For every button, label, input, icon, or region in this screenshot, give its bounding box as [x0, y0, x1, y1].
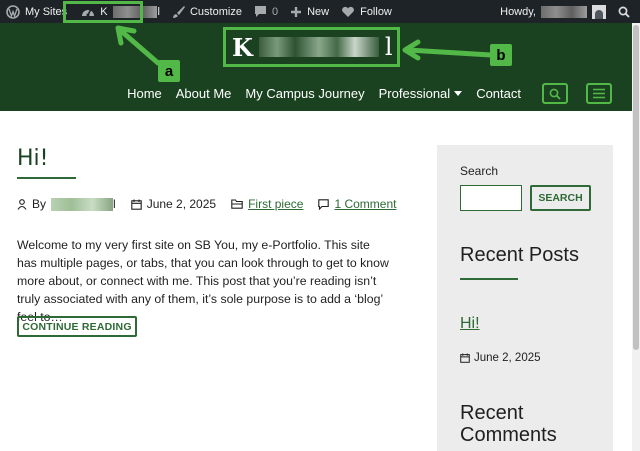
page-scrollbar[interactable] [632, 23, 640, 451]
annotation-label-b: b [490, 44, 512, 66]
recent-post-date: June 2, 2025 [460, 352, 541, 364]
author-tail: l [113, 197, 116, 211]
folder-icon [231, 199, 243, 209]
recent-comments-heading: Recent Comments [460, 402, 557, 446]
post-meta: By l June 2, 2025 First piece 1 Comment [17, 197, 411, 211]
search-widget-label: Search [460, 164, 499, 178]
annotation-arrow-a [115, 25, 161, 66]
annotation-label-a: a [158, 60, 180, 82]
calendar-icon [460, 353, 470, 363]
annotation-arrow-b [402, 39, 494, 61]
recent-post-date-text: June 2, 2025 [474, 352, 541, 364]
post-author: By l [17, 197, 116, 211]
post-date: June 2, 2025 [130, 197, 217, 211]
scrollbar-thumb[interactable] [633, 25, 639, 350]
recent-posts-heading: Recent Posts [460, 244, 579, 266]
search-submit-button[interactable]: SEARCH [530, 185, 591, 211]
recent-post-link[interactable]: Hi! [460, 315, 480, 333]
comments-link[interactable]: 1 Comment [334, 197, 396, 211]
post-category: First piece [231, 197, 303, 211]
sidebar: Search SEARCH Recent Posts Hi! June 2, 2… [437, 145, 613, 451]
by-label: By [32, 197, 47, 211]
author-redacted[interactable] [51, 197, 114, 211]
post-comments: 1 Comment [318, 197, 396, 211]
category-link[interactable]: First piece [248, 197, 303, 211]
comment-icon [318, 198, 330, 210]
user-icon [17, 198, 27, 210]
post-excerpt: Welcome to my very first site on SB You,… [17, 238, 389, 324]
continue-reading-button[interactable]: CONTINUE READING [17, 316, 137, 337]
calendar-icon [130, 199, 142, 210]
post-title[interactable]: Hi! [17, 146, 48, 171]
title-divider [17, 177, 76, 179]
search-input[interactable] [460, 185, 522, 211]
recent-posts-divider [460, 278, 518, 280]
post-date-text: June 2, 2025 [146, 197, 217, 211]
